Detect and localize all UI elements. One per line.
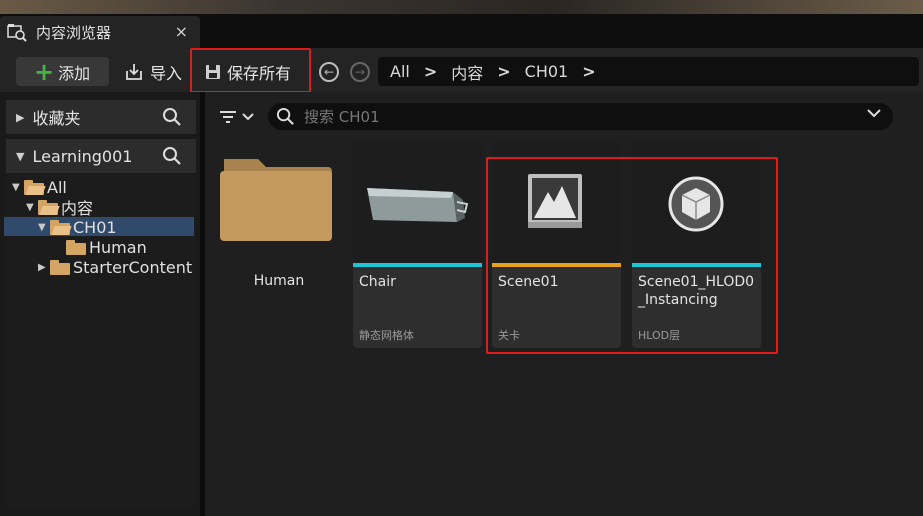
tree-item-label: All — [47, 177, 67, 197]
search-icon — [276, 107, 295, 126]
folder-open-icon — [38, 199, 60, 215]
add-label: 添加 — [58, 63, 91, 83]
asset-tile-chair[interactable]: Chair 静态网格体 — [353, 140, 482, 348]
import-button[interactable]: 导入 — [124, 57, 182, 86]
viewport-strip — [0, 0, 923, 14]
highlight-box-scenes — [486, 157, 778, 354]
tab-title: 内容浏览器 — [36, 23, 112, 42]
filter-button[interactable] — [218, 104, 260, 130]
breadcrumb-item-content[interactable]: 内容 — [451, 60, 483, 84]
favorites-header[interactable]: ▶ 收藏夹 — [6, 100, 196, 134]
tab-content-browser[interactable]: 内容浏览器 × — [0, 16, 200, 48]
add-button[interactable]: + 添加 — [16, 57, 109, 86]
breadcrumb-item-all[interactable]: All — [390, 62, 410, 81]
breadcrumb-separator[interactable]: > — [424, 62, 437, 81]
tree-item-label: Human — [89, 237, 147, 257]
breadcrumb: All > 内容 > CH01 > — [378, 57, 919, 86]
search-icon[interactable] — [162, 107, 182, 127]
collapsed-arrow-icon[interactable]: ▶ — [38, 262, 50, 273]
folder-open-icon — [24, 179, 46, 195]
highlight-box-save — [190, 48, 311, 93]
folder-icon — [50, 259, 70, 275]
plus-icon: + — [34, 57, 55, 86]
chevron-down-icon — [242, 113, 254, 121]
tree-item-content[interactable]: ▼ 内容 — [26, 197, 94, 218]
favorites-label: 收藏夹 — [32, 109, 81, 128]
tree-item-human[interactable]: Human — [66, 237, 147, 257]
project-label: Learning001 — [32, 146, 133, 166]
chair-mesh-thumbnail — [367, 188, 469, 222]
expanded-arrow-icon[interactable]: ▼ — [26, 202, 38, 213]
asset-name: Chair — [359, 274, 396, 290]
asset-type-color-bar — [353, 263, 482, 267]
tree-item-ch01[interactable]: ▼ CH01 — [38, 217, 117, 237]
content-browser-icon — [6, 21, 28, 43]
breadcrumb-separator[interactable]: > — [582, 62, 595, 81]
back-icon[interactable]: ← — [319, 62, 339, 82]
folder-icon — [66, 239, 86, 255]
tree-item-label: CH01 — [73, 217, 117, 237]
collapsed-arrow-icon[interactable]: ▶ — [16, 111, 24, 124]
import-icon — [124, 63, 144, 81]
folder-open-icon — [50, 219, 72, 235]
expanded-arrow-icon[interactable]: ▼ — [16, 150, 24, 163]
filter-icon — [218, 109, 238, 125]
tree-item-startercontent[interactable]: ▶ StarterContent — [38, 257, 192, 277]
folder-tile-human[interactable] — [220, 155, 332, 241]
breadcrumb-item-ch01[interactable]: CH01 — [525, 62, 569, 81]
folder-icon — [220, 159, 332, 241]
tree-item-all[interactable]: ▼ All — [12, 177, 67, 197]
asset-type: 静态网格体 — [359, 329, 414, 342]
expanded-arrow-icon[interactable]: ▼ — [12, 182, 24, 193]
project-header[interactable]: ▼ Learning001 — [6, 139, 196, 173]
search-input[interactable]: 搜索 CH01 — [268, 103, 893, 130]
import-label: 导入 — [150, 63, 183, 83]
forward-icon[interactable]: → — [350, 62, 370, 82]
close-icon[interactable]: × — [175, 22, 188, 41]
chevron-down-icon[interactable] — [867, 106, 881, 122]
search-placeholder: 搜索 CH01 — [304, 108, 380, 126]
tree-item-label: StarterContent — [73, 257, 193, 277]
asset-name: Human — [253, 273, 305, 289]
tree-item-label: 内容 — [61, 199, 94, 218]
asset-thumbnail — [353, 140, 482, 265]
breadcrumb-separator[interactable]: > — [497, 62, 510, 81]
search-icon[interactable] — [162, 146, 182, 166]
expanded-arrow-icon[interactable]: ▼ — [38, 222, 50, 233]
